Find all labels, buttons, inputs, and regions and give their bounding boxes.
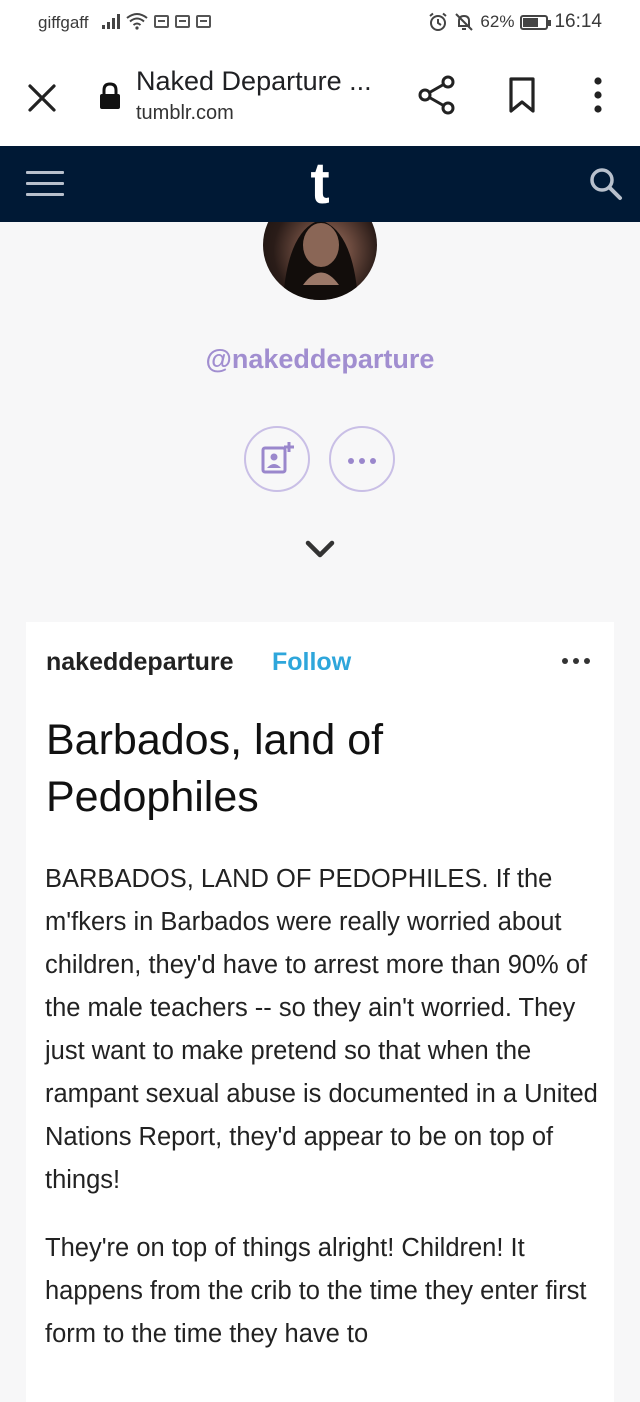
signal-icon xyxy=(102,13,120,29)
notification-icon xyxy=(196,14,211,28)
page-title: Naked Departure ... xyxy=(136,66,372,96)
follow-blog-button[interactable] xyxy=(244,426,310,492)
mute-icon xyxy=(455,13,474,31)
lock-icon xyxy=(100,82,120,109)
clock: 16:14 xyxy=(554,11,602,32)
status-icons-right: 62% 16:14 xyxy=(428,11,602,33)
post-paragraph: BARBADOS, LAND OF PEDOPHILES. If the m'f… xyxy=(45,865,598,1194)
bookmark-icon[interactable] xyxy=(506,76,538,114)
post-follow-button[interactable]: Follow xyxy=(272,648,351,677)
follow-blog-icon xyxy=(261,442,294,474)
search-icon[interactable] xyxy=(588,166,624,202)
menu-icon[interactable] xyxy=(26,171,64,199)
alarm-icon xyxy=(429,12,448,31)
more-vertical-icon[interactable] xyxy=(586,74,610,116)
post-title: Barbados, land of Pedophiles xyxy=(46,716,384,821)
post-body: BARBADOS, LAND OF PEDOPHILES. If the m'f… xyxy=(45,858,605,1381)
carrier-label: giffgaff xyxy=(38,13,89,32)
post-card: nakeddeparture Follow Barbados, land of … xyxy=(26,622,614,1402)
tumblr-header: t xyxy=(0,146,640,222)
tumblr-logo[interactable]: t xyxy=(300,154,340,214)
share-icon[interactable] xyxy=(416,74,458,116)
page-domain: tumblr.com xyxy=(136,102,234,124)
post-paragraph: They're on top of things alright! Childr… xyxy=(45,1234,587,1348)
chevron-down-icon[interactable] xyxy=(304,538,336,560)
avatar-container xyxy=(0,222,640,312)
blog-handle[interactable]: @nakeddeparture xyxy=(0,344,640,375)
more-horizontal-icon[interactable] xyxy=(329,426,395,492)
post-author[interactable]: nakeddeparture xyxy=(46,648,234,677)
status-icons-left xyxy=(102,12,211,30)
post-more-icon[interactable] xyxy=(562,658,590,664)
notification-icon xyxy=(154,14,169,28)
wifi-icon xyxy=(126,13,148,30)
avatar[interactable] xyxy=(263,222,377,300)
battery-icon xyxy=(520,14,552,30)
browser-toolbar: Naked Departure ... tumblr.com xyxy=(0,44,640,146)
close-icon[interactable] xyxy=(24,78,60,114)
status-bar: giffgaff 62% 16:14 xyxy=(0,0,640,44)
battery-percent: 62% xyxy=(480,12,515,31)
notification-icon xyxy=(175,14,190,28)
